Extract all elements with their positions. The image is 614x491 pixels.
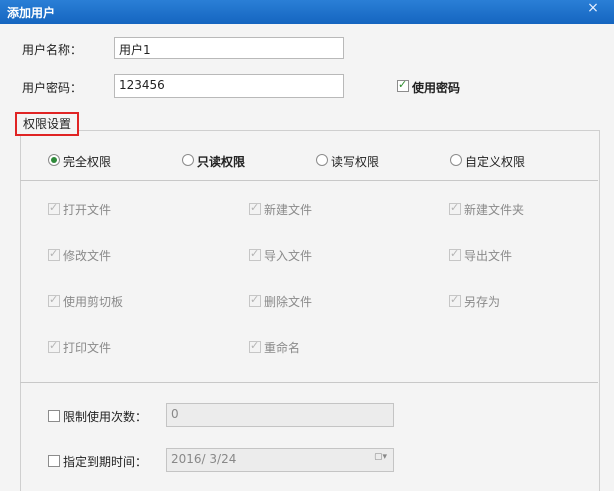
radio-readwrite-permission[interactable] bbox=[316, 154, 328, 166]
usage-limit-label: 限制使用次数： bbox=[63, 410, 148, 424]
mode-divider bbox=[20, 180, 598, 181]
expiry-label: 指定到期时间： bbox=[63, 455, 148, 469]
perm-open-file-checkbox[interactable] bbox=[48, 201, 60, 215]
usage-limit-input[interactable]: 0 bbox=[166, 403, 394, 427]
radio-full-permission-label: 完全权限 bbox=[63, 155, 112, 169]
perm-import-file-checkbox[interactable] bbox=[249, 247, 261, 261]
username-input[interactable]: 用户1 bbox=[114, 37, 344, 59]
perm-print-file-checkbox[interactable] bbox=[48, 339, 60, 353]
radio-full-permission[interactable] bbox=[48, 154, 60, 166]
perm-new-file-label: 新建文件 bbox=[264, 203, 313, 217]
perm-clipboard-label: 使用剪切板 bbox=[63, 295, 124, 309]
perm-new-folder-checkbox[interactable] bbox=[449, 201, 461, 215]
perm-new-file-checkbox[interactable] bbox=[249, 201, 261, 215]
expiry-checkbox[interactable] bbox=[48, 455, 60, 467]
window-title: 添加用户 bbox=[7, 6, 56, 20]
radio-custom-permission-label: 自定义权限 bbox=[465, 155, 526, 169]
radio-readwrite-permission-label: 读写权限 bbox=[331, 155, 380, 169]
perm-modify-file-label: 修改文件 bbox=[63, 249, 112, 263]
permissions-section-title: 权限设置 bbox=[15, 112, 79, 136]
radio-readonly-permission[interactable] bbox=[182, 154, 194, 166]
password-label: 用户密码： bbox=[22, 81, 83, 95]
limits-divider bbox=[20, 382, 598, 383]
perm-delete-file-label: 删除文件 bbox=[264, 295, 313, 309]
usage-limit-checkbox[interactable] bbox=[48, 410, 60, 422]
perm-open-file-label: 打开文件 bbox=[63, 203, 112, 217]
perm-save-as-checkbox[interactable] bbox=[449, 293, 461, 307]
perm-delete-file-checkbox[interactable] bbox=[249, 293, 261, 307]
perm-new-folder-label: 新建文件夹 bbox=[464, 203, 525, 217]
calendar-icon[interactable]: ▢▾ bbox=[374, 452, 387, 462]
perm-export-file-label: 导出文件 bbox=[464, 249, 513, 263]
permissions-group bbox=[20, 130, 600, 491]
use-password-checkbox[interactable] bbox=[397, 78, 409, 92]
password-input[interactable]: 123456 bbox=[114, 74, 344, 98]
perm-rename-checkbox[interactable] bbox=[249, 339, 261, 353]
use-password-label: 使用密码 bbox=[412, 81, 461, 95]
perm-save-as-label: 另存为 bbox=[464, 295, 501, 309]
perm-print-file-label: 打印文件 bbox=[63, 341, 112, 355]
title-bar: 添加用户 × bbox=[0, 0, 614, 24]
close-button[interactable]: × bbox=[578, 0, 608, 18]
perm-import-file-label: 导入文件 bbox=[264, 249, 313, 263]
radio-readonly-permission-label: 只读权限 bbox=[197, 155, 246, 169]
username-label: 用户名称： bbox=[22, 43, 83, 57]
perm-modify-file-checkbox[interactable] bbox=[48, 247, 60, 261]
perm-clipboard-checkbox[interactable] bbox=[48, 293, 60, 307]
perm-export-file-checkbox[interactable] bbox=[449, 247, 461, 261]
expiry-date-value: 2016/ 3/24 bbox=[171, 452, 237, 466]
radio-custom-permission[interactable] bbox=[450, 154, 462, 166]
expiry-date-picker[interactable]: 2016/ 3/24 ▢▾ bbox=[166, 448, 394, 472]
perm-rename-label: 重命名 bbox=[264, 341, 301, 355]
